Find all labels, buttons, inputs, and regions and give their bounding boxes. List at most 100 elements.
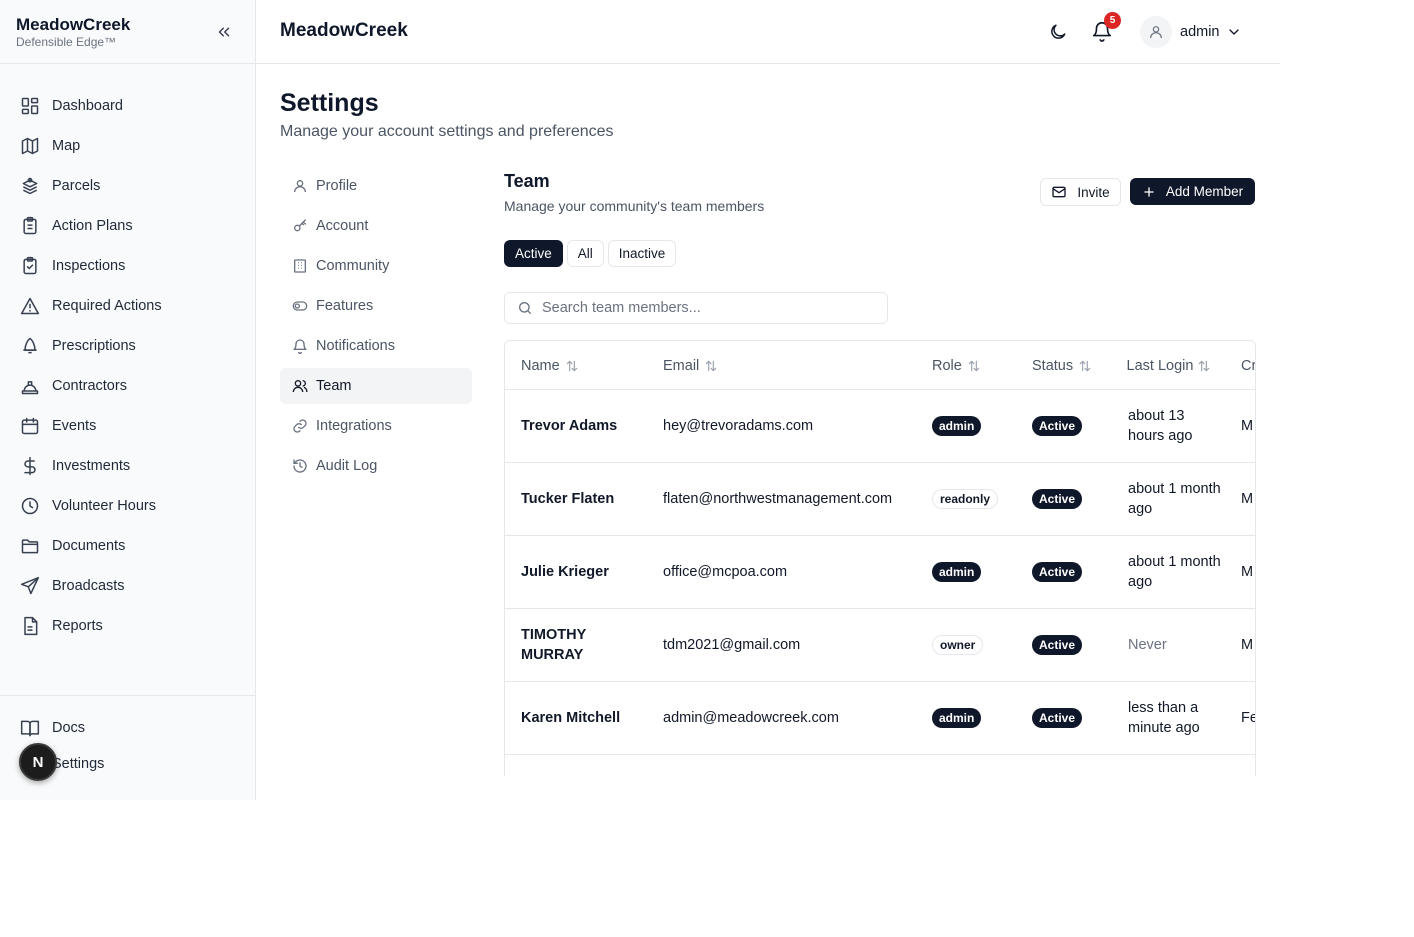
role-badge: admin — [932, 416, 982, 436]
settings-tab-integrations[interactable]: Integrations — [280, 408, 472, 444]
settings-tab-features[interactable]: Features — [280, 288, 472, 324]
search-box — [504, 292, 888, 324]
calendar-icon — [20, 416, 40, 436]
sort-icon — [565, 359, 579, 373]
status-cell: Active — [1032, 609, 1083, 681]
table-row[interactable]: Trevor Adams hey@trevoradams.com admin A… — [505, 390, 1255, 463]
add-member-button[interactable]: Add Member — [1130, 178, 1255, 205]
last-login: about 1 month ago — [1128, 554, 1221, 590]
chevron-down-icon — [1226, 24, 1242, 40]
sidebar-item-label: Settings — [52, 756, 105, 772]
filter-active[interactable]: Active — [504, 240, 563, 267]
sidebar-item-investments[interactable]: Investments — [0, 446, 255, 486]
settings-tab-account[interactable]: Account — [280, 208, 472, 244]
settings-tab-audit-log[interactable]: Audit Log — [280, 448, 472, 484]
table-row[interactable]: TIMOTHY MURRAY tdm2021@gmail.com owner A… — [505, 609, 1255, 682]
created-date: M — [1241, 637, 1254, 653]
sidebar-item-broadcasts[interactable]: Broadcasts — [0, 566, 255, 606]
settings-tab-community[interactable]: Community — [280, 248, 472, 284]
sidebar-item-parcels[interactable]: Parcels — [0, 166, 255, 206]
sidebar-item-volunteer-hours[interactable]: Volunteer Hours — [0, 486, 255, 526]
column-header-name[interactable]: Name — [521, 341, 579, 390]
team-section-subtitle: Manage your community's team members — [504, 198, 765, 214]
member-name: Karen Mitchell — [521, 710, 621, 726]
sidebar-item-prescriptions[interactable]: Prescriptions — [0, 326, 255, 366]
sort-icon — [704, 359, 718, 373]
moon-icon[interactable] — [1048, 22, 1068, 42]
sidebar-item-label: Events — [52, 418, 97, 434]
sidebar-item-label: Docs — [52, 720, 86, 736]
settings-tab-team[interactable]: Team — [280, 368, 472, 404]
collapse-sidebar-icon[interactable] — [215, 23, 233, 41]
clock-icon — [20, 496, 40, 516]
sidebar-item-reports[interactable]: Reports — [0, 606, 255, 646]
link-icon — [292, 418, 308, 434]
settings-tab-label: Account — [316, 218, 369, 234]
table-header: Name Email Role Status Last Login Cr — [505, 341, 1255, 390]
settings-tab-profile[interactable]: Profile — [280, 168, 472, 204]
brand: MeadowCreek Defensible Edge™ — [0, 0, 255, 64]
clipboard-check-icon — [20, 256, 40, 276]
header-title: MeadowCreek — [280, 20, 408, 41]
warning-icon — [20, 296, 40, 316]
key-icon — [292, 218, 308, 234]
invite-label: Invite — [1077, 184, 1110, 200]
status-cell: Active — [1032, 536, 1083, 608]
sidebar-item-label: Required Actions — [52, 298, 162, 314]
sort-icon — [967, 359, 981, 373]
column-label: Name — [521, 357, 560, 374]
table-row[interactable]: Karen Mitchell admin@meadowcreek.com adm… — [505, 682, 1255, 755]
role-badge: readonly — [932, 489, 999, 509]
status-badge: Active — [1032, 635, 1083, 655]
status-badge: Active — [1032, 562, 1083, 582]
settings-tab-notifications[interactable]: Notifications — [280, 328, 472, 364]
user-name: admin — [1180, 24, 1220, 40]
sidebar-item-required-actions[interactable]: Required Actions — [0, 286, 255, 326]
table-row[interactable]: Julie Krieger office@mcpoa.com admin Act… — [505, 536, 1255, 609]
sidebar-item-label: Reports — [52, 618, 103, 634]
user-menu[interactable]: admin — [1140, 16, 1242, 48]
sidebar-item-label: Volunteer Hours — [52, 498, 156, 514]
column-header-last-login[interactable]: Last Login — [1125, 341, 1211, 390]
column-header-status[interactable]: Status — [1032, 341, 1092, 390]
sidebar-item-label: Action Plans — [52, 218, 133, 234]
floating-avatar-button[interactable]: N — [19, 743, 57, 781]
status-badge: Active — [1032, 489, 1083, 509]
member-email: hey@trevoradams.com — [663, 418, 814, 434]
sidebar-item-documents[interactable]: Documents — [0, 526, 255, 566]
column-header-created[interactable]: Cr — [1241, 341, 1255, 390]
column-header-email[interactable]: Email — [663, 341, 718, 390]
role-badge: owner — [932, 635, 984, 655]
role-cell: owner — [932, 609, 984, 681]
settings-nav: Profile Account Community Features Notif… — [280, 168, 472, 488]
sidebar-item-contractors[interactable]: Contractors — [0, 366, 255, 406]
filter-inactive[interactable]: Inactive — [607, 240, 677, 267]
column-header-role[interactable]: Role — [932, 341, 981, 390]
created-date: M — [1241, 418, 1254, 434]
invite-button[interactable]: Invite — [1040, 178, 1121, 206]
search-input[interactable] — [542, 300, 872, 316]
send-icon — [20, 576, 40, 596]
add-member-label: Add Member — [1165, 184, 1244, 199]
status-cell: Active — [1032, 682, 1083, 754]
sidebar-item-label: Dashboard — [52, 98, 123, 114]
sidebar-item-docs[interactable]: Docs — [0, 710, 255, 746]
sidebar-item-action-plans[interactable]: Action Plans — [0, 206, 255, 246]
sidebar-item-map[interactable]: Map — [0, 126, 255, 166]
sidebar-item-dashboard[interactable]: Dashboard — [0, 86, 255, 126]
table-row[interactable]: Tucker Flaten flaten@northwestmanagement… — [505, 463, 1255, 536]
sidebar-item-inspections[interactable]: Inspections — [0, 246, 255, 286]
role-cell: admin — [932, 390, 982, 462]
sidebar-item-label: Contractors — [52, 378, 127, 394]
users-icon — [292, 378, 308, 394]
brand-name: MeadowCreek — [16, 15, 131, 34]
sidebar-item-events[interactable]: Events — [0, 406, 255, 446]
dashboard-icon — [20, 96, 40, 116]
sort-icon — [1197, 359, 1211, 373]
top-header: MeadowCreek 5 admin — [256, 0, 1280, 64]
filter-all[interactable]: All — [566, 240, 604, 267]
sidebar-item-label: Documents — [52, 538, 126, 554]
plus-icon — [1142, 185, 1156, 199]
member-name: Trevor Adams — [521, 418, 618, 434]
toggle-icon — [292, 298, 308, 314]
